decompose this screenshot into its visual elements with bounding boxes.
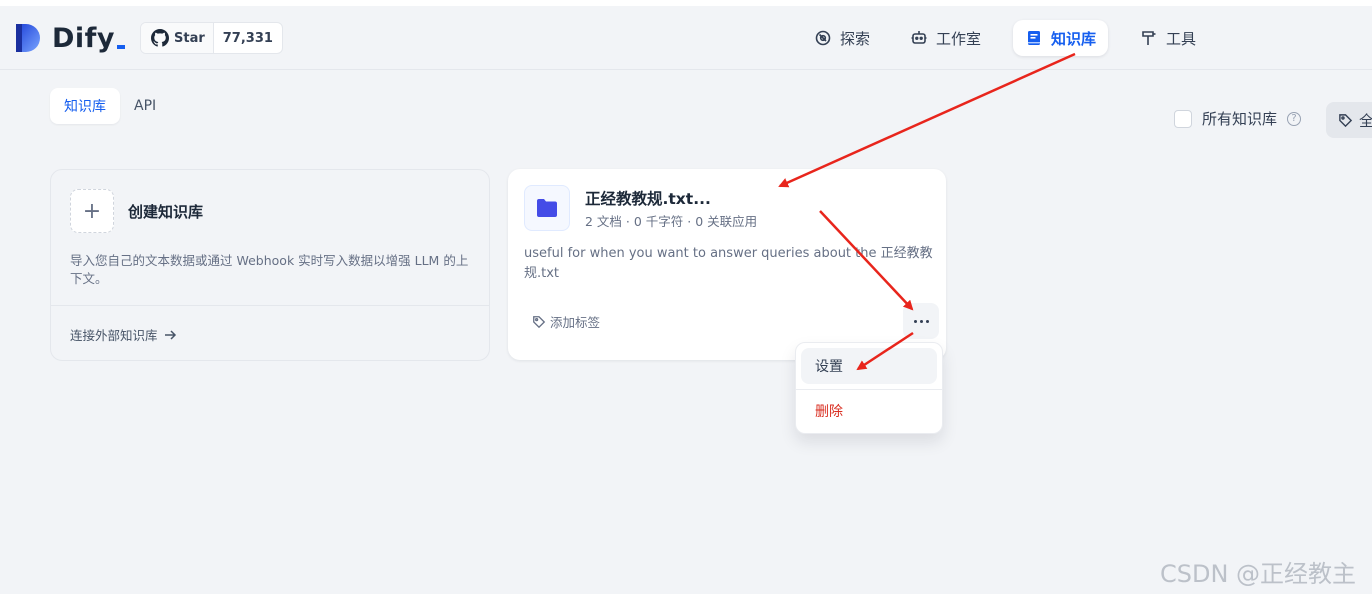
add-tag-button[interactable]: 添加标签 [532, 312, 600, 331]
create-dataset-title: 创建知识库 [128, 203, 204, 221]
menu-item-settings[interactable]: 设置 [801, 348, 937, 384]
dataset-description: useful for when you want to answer queri… [524, 246, 933, 281]
plus-icon: + [70, 189, 114, 233]
watermark: CSDN @正经教主 [1160, 560, 1357, 588]
help-icon[interactable]: ? [1287, 111, 1302, 126]
tab-knowledge[interactable]: 知识库 [50, 88, 120, 124]
menu-item-delete[interactable]: 删除 [801, 393, 937, 429]
github-star-count[interactable]: 77,331 [214, 23, 282, 53]
dify-logo-icon [16, 24, 40, 52]
ellipsis-dot [925, 319, 929, 323]
dataset-tabs: 知识库 API [50, 88, 170, 124]
more-options-button[interactable] [903, 303, 939, 339]
tab-api[interactable]: API [120, 88, 170, 124]
top-header: Dify Star 77,331 探索 工作室 知识库 工具 [0, 6, 1372, 70]
nav-label: 工具 [1166, 29, 1197, 48]
menu-divider [796, 389, 942, 390]
all-datasets-filter[interactable]: 所有知识库 ? [1174, 108, 1302, 129]
nav-knowledge[interactable]: 知识库 [1013, 20, 1109, 56]
connect-external-dataset-link[interactable]: 连接外部知识库 [70, 325, 177, 344]
github-star-label: Star [174, 30, 205, 46]
dataset-meta: 2 文档 · 0 千字符 · 0 关联应用 [585, 214, 758, 229]
tag-filter-button[interactable]: 全 [1326, 102, 1372, 138]
dataset-card[interactable]: 正经教教规.txt... 2 文档 · 0 千字符 · 0 关联应用 usefu… [508, 169, 946, 360]
app-name: Dify [52, 23, 126, 54]
nav-label: 探索 [840, 29, 871, 48]
dataset-options-menu: 设置 删除 [795, 342, 943, 434]
nav-tools[interactable]: 工具 [1128, 20, 1208, 56]
nav-explore[interactable]: 探索 [802, 20, 882, 56]
ellipsis-dot [919, 319, 923, 323]
create-dataset-card[interactable]: + 创建知识库 导入您自己的文本数据或通过 Webhook 实时写入数据以增强 … [50, 169, 490, 361]
arrow-right-icon [164, 329, 176, 340]
divider [51, 305, 489, 306]
dataset-title: 正经教教规.txt... [585, 190, 711, 208]
app-logo[interactable]: Dify [14, 20, 126, 56]
add-tag-label: 添加标签 [550, 315, 601, 330]
nav-studio[interactable]: 工作室 [898, 20, 993, 56]
create-dataset-description: 导入您自己的文本数据或通过 Webhook 实时写入数据以增强 LLM 的上下文… [70, 253, 469, 286]
tag-icon [1339, 113, 1353, 127]
connect-external-label: 连接外部知识库 [70, 328, 158, 343]
tag-filter-label: 全 [1359, 111, 1372, 130]
nav-label: 工作室 [936, 29, 982, 48]
github-star-button[interactable]: Star [141, 23, 214, 53]
robot-icon [911, 31, 927, 44]
ellipsis-dot [913, 319, 917, 323]
tag-icon [533, 315, 546, 328]
all-datasets-label: 所有知识库 [1202, 110, 1278, 128]
annotation-arrow [778, 52, 1076, 188]
all-datasets-checkbox[interactable] [1174, 109, 1192, 128]
book-icon [1028, 31, 1040, 45]
github-star-widget[interactable]: Star 77,331 [140, 22, 283, 54]
folder-icon [524, 185, 570, 231]
github-icon [151, 29, 169, 47]
compass-icon [815, 30, 831, 46]
hammer-icon [1142, 31, 1156, 45]
nav-label: 知识库 [1051, 29, 1097, 48]
